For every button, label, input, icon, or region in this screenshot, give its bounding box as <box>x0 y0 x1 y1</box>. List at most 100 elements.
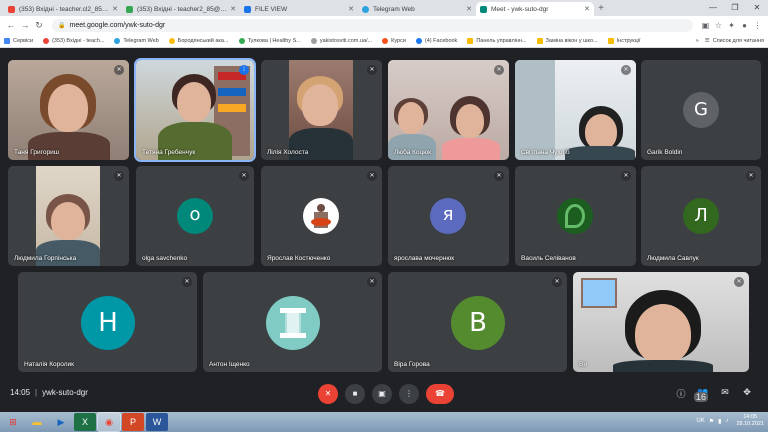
mic-off-icon: ✕ <box>367 277 377 287</box>
new-tab-icon[interactable]: + <box>594 2 608 16</box>
browser-tab[interactable]: (353) Вхідні - teacher.cl2_85@ukr ✕ <box>4 2 122 16</box>
flag-icon[interactable]: ⚑ <box>709 418 714 425</box>
minimize-icon[interactable]: — <box>702 0 724 16</box>
word-icon[interactable]: W <box>146 413 168 431</box>
camera-permission-icon[interactable]: ▣ <box>699 21 712 30</box>
bookmark-item[interactable]: Курси <box>382 37 406 44</box>
volume-icon[interactable]: ♪ <box>725 418 728 424</box>
bookmark-item[interactable]: Бородянський ака... <box>168 37 229 44</box>
forward-icon[interactable]: → <box>18 20 32 30</box>
mic-off-icon: ✕ <box>182 277 192 287</box>
participant-tile[interactable]: ⁞ Тетяна Гребенчук <box>134 58 256 162</box>
participant-tile[interactable]: Л ✕ Людмила Савлук <box>641 166 761 266</box>
bookmark-item[interactable]: Telegram Web <box>114 37 159 44</box>
participant-tile[interactable]: ✕ Світлана Чухліб <box>515 60 636 160</box>
bookmark-item[interactable]: yakistosviti.com.ua/... <box>310 37 372 44</box>
chat-icon[interactable]: ✉ <box>714 387 736 408</box>
bookmark-item[interactable]: (4) Facebook <box>415 37 457 44</box>
participant-tile[interactable]: H ✕ Наталія Королик <box>18 272 197 372</box>
reading-list[interactable]: » ☰ Список для читання <box>691 34 764 47</box>
menu-icon[interactable]: ⋮ <box>751 21 764 30</box>
leave-call-button[interactable]: ☎ <box>426 384 454 404</box>
facebook-icon <box>415 37 422 44</box>
meeting-details: 14:05 | ywk-suto-dgr <box>10 388 88 397</box>
mic-off-icon: ✕ <box>367 65 377 75</box>
participant-tile[interactable]: я ✕ ярослава мочернюк <box>388 166 509 266</box>
bookmark-item[interactable]: (353) Вхідні - teach... <box>43 37 104 44</box>
language-indicator[interactable]: UK <box>696 418 704 424</box>
participant-avatar: H <box>81 296 135 350</box>
participant-avatar: Л <box>683 198 719 234</box>
bookmark-item[interactable]: Панель управлінн... <box>467 37 527 44</box>
participant-name: Таня Григориш <box>14 149 59 156</box>
participant-name: Наталія Королик <box>24 361 75 368</box>
tab-title: FILE VIEW <box>255 5 288 13</box>
self-tile[interactable]: ✕ Ви <box>573 272 749 372</box>
participant-tile[interactable]: ✕ Людмила Горпінська <box>8 166 129 266</box>
participant-name: Ви <box>579 361 587 368</box>
close-window-icon[interactable]: ✕ <box>746 0 768 16</box>
reload-icon[interactable]: ↻ <box>32 20 46 31</box>
present-screen-button[interactable]: ▣ <box>372 384 392 404</box>
extensions-icon[interactable]: ✦ <box>725 21 738 30</box>
close-tab-icon[interactable]: ✕ <box>584 5 590 13</box>
gmail-icon <box>8 5 15 13</box>
powerpoint-icon[interactable]: P <box>122 413 144 431</box>
browser-tab[interactable]: (353) Вхідні - teacher2_85@ukr ✕ <box>122 2 240 16</box>
bookmark-item[interactable]: Тулкова | Healthy S... <box>238 37 301 44</box>
meeting-details-icon[interactable]: ⓘ <box>670 387 692 408</box>
participant-tile[interactable]: G Garik Boldin <box>641 60 761 160</box>
bookmark-item[interactable]: Сервіси <box>4 37 33 44</box>
site-icon <box>168 37 175 44</box>
meet-icon <box>480 5 487 13</box>
call-controls: ✕ ■ ▣ ⋮ ☎ <box>318 384 461 404</box>
site-icon <box>382 37 389 44</box>
participant-tile[interactable]: ✕ Василь Селіванов <box>515 166 636 266</box>
bookmark-item[interactable]: Заміна вікон у шко... <box>536 37 598 44</box>
bookmark-item[interactable]: Інструкції <box>607 37 641 44</box>
browser-tab[interactable]: FILE VIEW ✕ <box>240 2 358 16</box>
participant-tile[interactable]: B ✕ Віра Горова <box>388 272 567 372</box>
more-options-button[interactable]: ⋮ <box>399 384 419 404</box>
participant-tile[interactable]: ✕ Таня Григориш <box>8 60 129 160</box>
activities-icon[interactable]: ✥ <box>736 387 758 408</box>
speaking-indicator-icon: ⁞ <box>239 65 249 75</box>
back-icon[interactable]: ← <box>4 20 18 30</box>
lock-icon[interactable]: 🔒 <box>58 22 65 29</box>
folder-icon <box>467 37 474 44</box>
browser-tab-active[interactable]: Meet - ywk-suto-dgr ✕ <box>476 2 594 16</box>
participant-tile[interactable]: ✕ Антон Іщенко <box>203 272 382 372</box>
participant-tile[interactable]: ✕ Ярослав Костюченко <box>261 166 382 266</box>
star-icon[interactable]: ☆ <box>712 21 725 30</box>
browser-tab-strip: (353) Вхідні - teacher.cl2_85@ukr ✕ (353… <box>0 0 768 16</box>
profile-avatar[interactable]: ● <box>738 21 751 30</box>
camera-button[interactable]: ■ <box>345 384 365 404</box>
clock-time: 14:05 <box>743 414 758 420</box>
window-controls: — ❐ ✕ <box>702 0 768 16</box>
browser-tab[interactable]: Telegram Web ✕ <box>358 2 476 16</box>
participant-tile[interactable]: ✕ Люба Коцюк <box>388 60 509 160</box>
close-tab-icon[interactable]: ✕ <box>230 5 236 13</box>
close-tab-icon[interactable]: ✕ <box>112 5 118 13</box>
microphone-off-button[interactable]: ✕ <box>318 384 338 404</box>
participant-name: Антон Іщенко <box>209 361 250 368</box>
people-icon[interactable]: 👥16 <box>692 387 714 408</box>
chrome-icon[interactable]: ◉ <box>97 412 121 432</box>
network-icon[interactable]: ▮ <box>718 418 721 425</box>
system-clock[interactable]: 14:05 28.10.2021 <box>736 414 764 428</box>
os-taskbar: ⊞ ▬ ▶ X ◉ P W UK ⚑ ▮ ♪ 14:05 28.10.2021 <box>0 412 768 432</box>
close-tab-icon[interactable]: ✕ <box>348 5 354 13</box>
maximize-icon[interactable]: ❐ <box>724 0 746 16</box>
close-tab-icon[interactable]: ✕ <box>466 5 472 13</box>
url-field[interactable]: 🔒 meet.google.com/ywk-suto-dgr <box>52 18 693 32</box>
participant-tile[interactable]: o ✕ olga savchenko <box>136 166 254 266</box>
excel-icon[interactable]: X <box>74 413 96 431</box>
more-bookmarks-icon[interactable]: » <box>696 38 699 44</box>
media-player-icon[interactable]: ▶ <box>50 413 72 431</box>
participant-tile[interactable]: ✕ Лілія Холоста <box>261 60 382 160</box>
site-icon <box>310 37 317 44</box>
file-explorer-icon[interactable]: ▬ <box>26 413 48 431</box>
start-icon[interactable]: ⊞ <box>2 413 24 431</box>
mail-icon <box>126 5 133 13</box>
participant-name: Garik Boldin <box>647 149 683 156</box>
